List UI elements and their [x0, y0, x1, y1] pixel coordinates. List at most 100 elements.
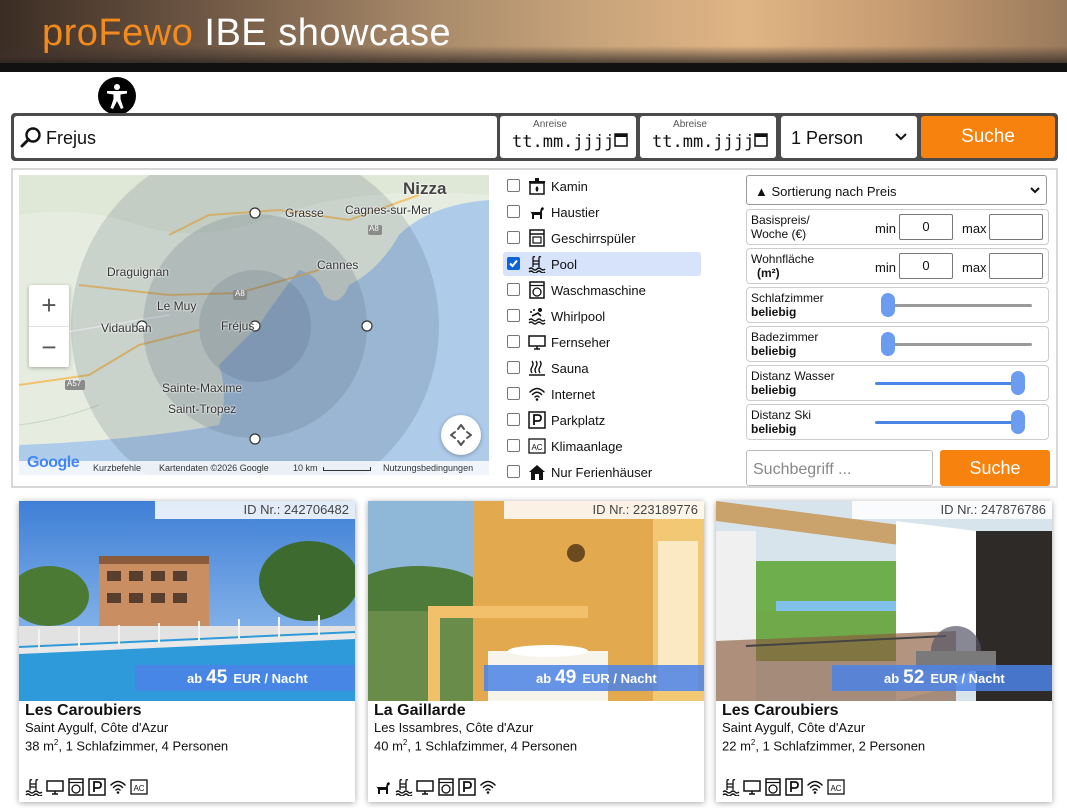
- amenity-label: Haustier: [551, 205, 600, 220]
- pool-icon: [25, 778, 43, 797]
- map-label-cannes: Cannes: [317, 258, 359, 272]
- sort-select[interactable]: ▲ Sortierung nach Preis: [746, 175, 1047, 205]
- filter-panel: Nizza Grasse Cagnes-sur-Mer Cannes Dragu…: [11, 168, 1058, 488]
- parking-icon: [458, 778, 476, 796]
- departure-label: Abreise: [673, 119, 707, 130]
- listing-name[interactable]: Les Caroubiers: [722, 702, 838, 720]
- amenity-filter-dishwasher[interactable]: Geschirrspüler: [503, 226, 701, 250]
- water-distance-slider-track[interactable]: [875, 382, 1015, 385]
- amenity-filter-pet[interactable]: Haustier: [503, 200, 701, 224]
- price-min-input[interactable]: 0: [899, 214, 953, 240]
- water-distance-value: beliebig: [751, 383, 797, 397]
- amenity-checkbox[interactable]: [507, 361, 520, 374]
- amenity-checkbox[interactable]: [507, 465, 520, 478]
- ski-distance-slider-thumb[interactable]: [1011, 410, 1025, 434]
- bedrooms-slider-thumb[interactable]: [881, 293, 895, 317]
- amenity-checkbox[interactable]: [507, 257, 520, 270]
- water-distance-label: Distanz Wasser: [751, 369, 835, 383]
- keyword-input[interactable]: Suchbegriff ...: [746, 450, 933, 486]
- keyword-search-button[interactable]: Suche: [940, 450, 1050, 486]
- amenity-checkbox[interactable]: [507, 335, 520, 348]
- amenity-label: Internet: [551, 387, 596, 402]
- map-zoom-control: + −: [29, 285, 69, 367]
- water-distance-slider-thumb[interactable]: [1011, 371, 1025, 395]
- amenity-filter-ac[interactable]: AC Klimaanlage: [503, 434, 701, 458]
- ski-distance-filter: Distanz Ski beliebig: [746, 404, 1049, 440]
- area-filter: Wohnfläche (m²) min 0 max: [746, 248, 1049, 284]
- listing-card[interactable]: ID Nr.: 223189776 ab 49 EUR / Nacht La Gaill…: [368, 501, 704, 802]
- map-shortcuts-link[interactable]: Kurzbefehle: [93, 463, 141, 473]
- amenity-checkbox[interactable]: [507, 283, 520, 296]
- amenity-checkbox[interactable]: [507, 387, 520, 400]
- amenity-label: Sauna: [551, 361, 589, 376]
- ski-distance-slider-track[interactable]: [875, 421, 1015, 424]
- persons-select[interactable]: 1 Person: [781, 116, 917, 158]
- bathrooms-slider-track[interactable]: [887, 343, 1032, 346]
- area-max-input[interactable]: [989, 253, 1043, 279]
- listing-amenity-icons: AC: [722, 778, 848, 797]
- listing-price: ab 49 EUR / Nacht: [484, 665, 704, 691]
- search-bar: Frejus Anreise tt.mm.jjjj Abreise tt.mm.…: [11, 113, 1058, 161]
- amenity-checkbox[interactable]: [507, 205, 520, 218]
- amenity-filter-pool[interactable]: Pool: [503, 252, 701, 276]
- search-icon: [20, 127, 41, 148]
- ac-icon: AC: [528, 437, 546, 455]
- map-label-sainte-maxime: Sainte-Maxime: [162, 381, 243, 395]
- amenity-filter-house[interactable]: Nur Ferienhäuser: [503, 460, 701, 484]
- amenity-checkbox[interactable]: [507, 309, 520, 322]
- zoom-in-button[interactable]: +: [29, 285, 69, 326]
- amenity-checkbox[interactable]: [507, 439, 520, 452]
- amenity-label: Nur Ferienhäuser: [551, 465, 653, 480]
- google-logo[interactable]: Google: [27, 454, 80, 472]
- listing-card[interactable]: ID Nr.: 242706482 ab 45 EUR / Nacht Les Caro…: [19, 501, 355, 802]
- map[interactable]: Nizza Grasse Cagnes-sur-Mer Cannes Dragu…: [19, 175, 489, 475]
- map-camera-control-button[interactable]: [441, 415, 481, 455]
- map-label-grasse: Grasse: [285, 206, 324, 220]
- calendar-icon[interactable]: [754, 132, 768, 147]
- site-title[interactable]: proFewo IBE showcase: [42, 12, 451, 55]
- amenity-filter-parking[interactable]: Parkplatz: [503, 408, 701, 432]
- listing-rooms-persons: , 1 Schlafzimmer, 4 Personen: [407, 738, 578, 754]
- bathrooms-slider-thumb[interactable]: [881, 332, 895, 356]
- destination-input[interactable]: Frejus: [14, 116, 497, 158]
- listing-details: 22 m2, 1 Schlafzimmer, 2 Personen: [722, 738, 925, 753]
- amenity-filter-washing-machine[interactable]: Waschmaschine: [503, 278, 701, 302]
- departure-date-input[interactable]: Abreise tt.mm.jjjj: [640, 116, 776, 158]
- map-label-a57: A57: [67, 379, 82, 388]
- accessibility-icon[interactable]: [98, 77, 136, 115]
- amenity-label: Klimaanlage: [551, 439, 623, 454]
- listing-name[interactable]: La Gaillarde: [374, 702, 466, 720]
- amenity-filter-whirlpool[interactable]: Whirlpool: [503, 304, 701, 328]
- map-label-draguignan: Draguignan: [107, 265, 170, 279]
- area-min-input[interactable]: 0: [899, 253, 953, 279]
- amenity-filter-wifi[interactable]: Internet: [503, 382, 701, 406]
- listing-location: Saint Aygulf, Côte d'Azur: [25, 720, 169, 735]
- wifi-icon: [806, 778, 824, 796]
- wifi-icon: [528, 385, 546, 403]
- map-label-saint-tropez: Saint-Tropez: [168, 402, 237, 416]
- zoom-out-button[interactable]: −: [29, 326, 69, 367]
- bedrooms-value: beliebig: [751, 305, 797, 319]
- whirlpool-icon: [528, 307, 546, 325]
- svg-text:AC: AC: [531, 443, 542, 452]
- amenity-checkbox[interactable]: [507, 179, 520, 192]
- calendar-icon[interactable]: [614, 132, 628, 147]
- listing-card[interactable]: ID Nr.: 247876786 ab 52 EUR / Nacht Les Caro…: [716, 501, 1052, 802]
- search-button[interactable]: Suche: [921, 116, 1055, 158]
- amenity-filter-fireplace[interactable]: Kamin: [503, 174, 701, 198]
- listing-name[interactable]: Les Caroubiers: [25, 702, 141, 720]
- ski-distance-label: Distanz Ski: [751, 408, 812, 422]
- price-unit: EUR / Nacht: [233, 671, 308, 686]
- amenity-filter-tv[interactable]: Fernseher: [503, 330, 701, 354]
- bedrooms-slider-track[interactable]: [887, 304, 1032, 307]
- price-label-2: Woche (€): [751, 227, 807, 241]
- map-terms-link[interactable]: Nutzungsbedingungen: [383, 463, 473, 473]
- arrival-date-input[interactable]: Anreise tt.mm.jjjj: [500, 116, 636, 158]
- amenity-filter-sauna[interactable]: Sauna: [503, 356, 701, 380]
- amenity-label: Pool: [551, 257, 578, 272]
- amenity-checkbox[interactable]: [507, 231, 520, 244]
- area-label-2: (m²): [757, 266, 780, 280]
- price-max-input[interactable]: [989, 214, 1043, 240]
- amenity-checkbox[interactable]: [507, 413, 520, 426]
- bathrooms-label: Badezimmer: [751, 330, 819, 344]
